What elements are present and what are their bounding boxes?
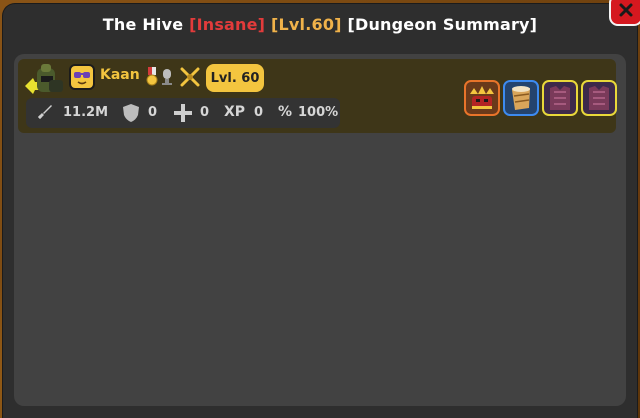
microphone-icon	[162, 69, 172, 85]
player-level-badge: Lvl. 60	[206, 64, 264, 92]
player-class-badge	[69, 64, 95, 90]
sword-icon	[36, 105, 52, 121]
difficulty-label: [Insane]	[189, 15, 266, 34]
player-medals	[146, 67, 200, 87]
xp-value: 0	[254, 105, 264, 120]
loot-slot-4[interactable]	[581, 80, 617, 116]
dungeon-name: The Hive	[102, 15, 184, 34]
damage-value: 11.2M	[63, 105, 109, 120]
close-button[interactable]	[609, 0, 640, 26]
loot-slot-2[interactable]	[503, 80, 539, 116]
crowned-mask-item-icon	[470, 86, 494, 109]
sunglasses-face-icon	[74, 72, 90, 85]
percent-label: %	[278, 104, 293, 120]
chestplate-item-icon	[550, 86, 570, 110]
loot-slot-1[interactable]	[464, 80, 500, 116]
player-avatar-icon	[25, 64, 63, 94]
xp-label: XP	[224, 104, 246, 120]
summary-tag-label: [Dungeon Summary]	[347, 15, 538, 34]
dungeon-level-label: [Lvl.60]	[270, 15, 342, 34]
player-loot-items	[464, 80, 618, 118]
loot-slot-3[interactable]	[542, 80, 578, 116]
player-row[interactable]: Kaan Lvl. 60 11.2M 0 0 XP 0 % 100%	[18, 59, 618, 133]
player-name[interactable]: Kaan	[100, 67, 140, 83]
chestplate-item-icon	[589, 86, 609, 110]
percent-value: 100%	[298, 105, 339, 120]
medal-icon	[146, 67, 158, 86]
drum-item-icon	[512, 86, 530, 110]
shield-icon	[123, 104, 139, 122]
summary-content-area: Kaan Lvl. 60 11.2M 0 0 XP 0 % 100%	[14, 54, 626, 406]
close-icon	[619, 3, 633, 17]
page-title: The Hive [Insane] [Lvl.60] [Dungeon Summ…	[0, 15, 640, 34]
healing-value: 0	[200, 105, 210, 120]
defense-value: 0	[148, 105, 158, 120]
crossed-swords-icon	[180, 67, 200, 87]
plus-icon	[174, 104, 192, 122]
player-stats-bar: 11.2M 0 0 XP 0 % 100%	[26, 98, 340, 128]
